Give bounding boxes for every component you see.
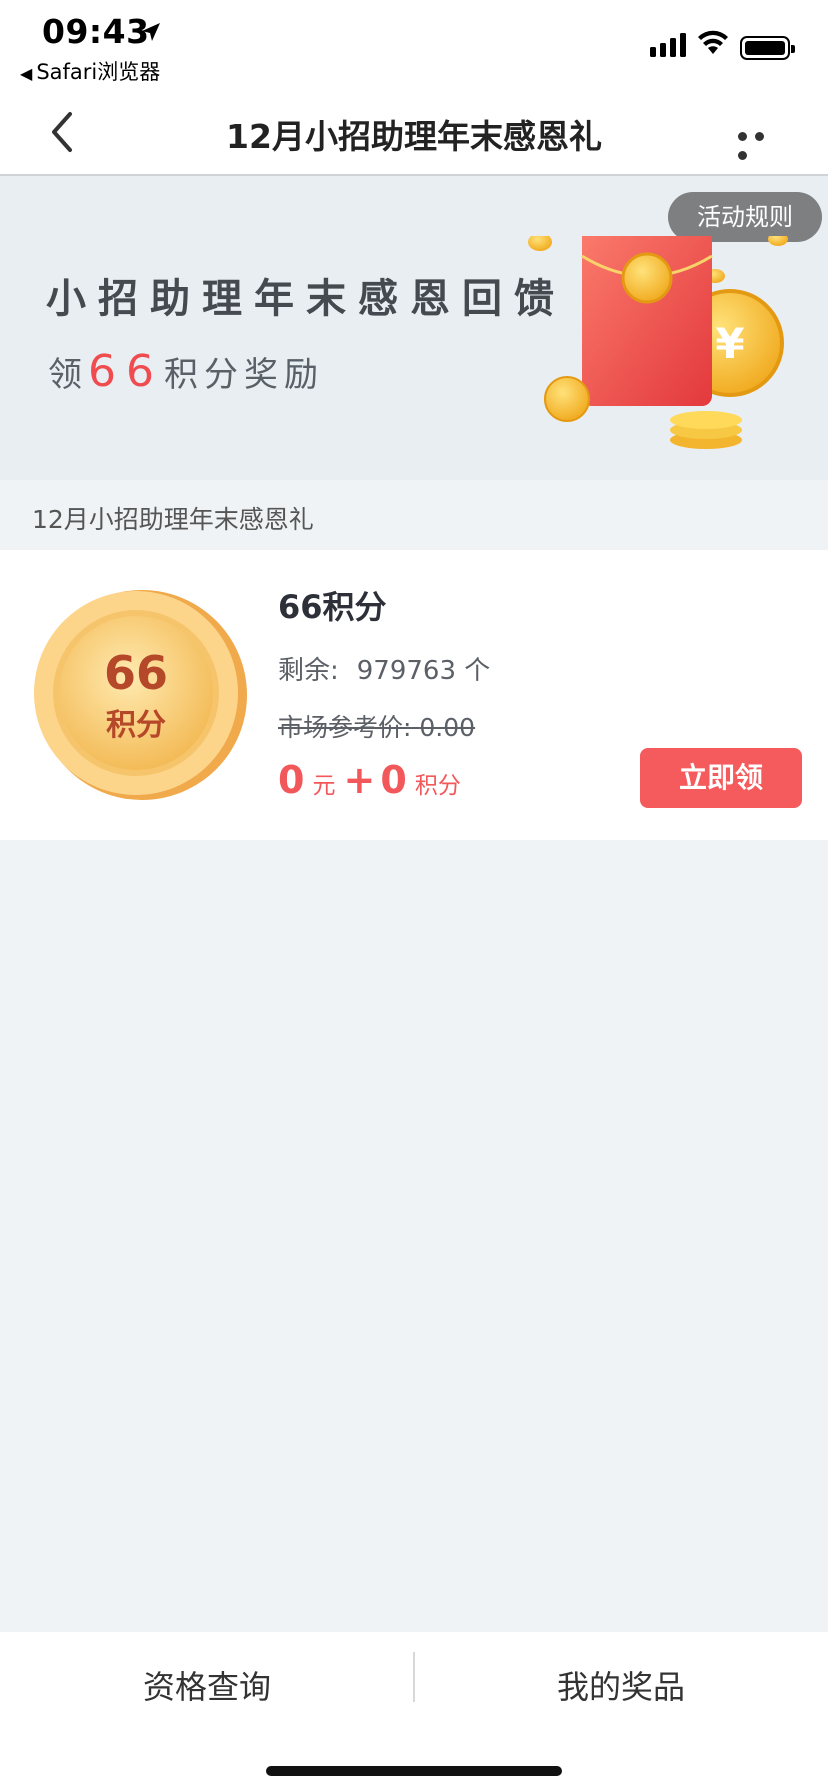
location-arrow-icon (142, 23, 160, 41)
battery-icon (740, 36, 795, 60)
svg-text:¥: ¥ (715, 319, 744, 368)
reward-item-card[interactable]: 66 积分 66积分 剩余: 979763 个 市场参考价: 0.00 0 元 + 0… (0, 550, 828, 840)
item-title: 66积分 (278, 588, 387, 626)
red-envelope-coins-icon: ¥ (528, 236, 788, 449)
price-points: 0 (380, 758, 407, 802)
bottom-bar: 资格查询 我的奖品 (0, 1632, 828, 1792)
cellular-signal-icon (650, 33, 686, 57)
market-value: 0.00 (419, 713, 476, 742)
nav-bar: 12月小招助理年末感恩礼 (0, 88, 828, 176)
price-yuan: 0 (278, 758, 305, 802)
more-icon[interactable] (738, 126, 788, 160)
points-coin-icon: 66 积分 (34, 590, 247, 800)
activity-rules-button[interactable]: 活动规则 (668, 192, 822, 242)
back-to-safari-link[interactable]: ◀ Safari浏览器 (20, 56, 160, 86)
remaining-stock: 剩余: 979763 个 (278, 650, 490, 687)
wifi-icon (698, 30, 728, 54)
market-label: 市场参考价: (278, 713, 412, 742)
banner-sub-number: 66 (88, 346, 164, 397)
eligibility-query-tab[interactable]: 资格查询 (0, 1652, 414, 1722)
market-price: 市场参考价: 0.00 (278, 708, 475, 744)
claim-now-button[interactable]: 立即领 (640, 748, 802, 808)
promo-banner: 活动规则 小招助理年末感恩回馈 领66积分奖励 ¥ (0, 176, 828, 480)
back-triangle-icon: ◀ (20, 64, 33, 83)
banner-sub-prefix: 领 (48, 355, 88, 395)
item-price: 0 元 + 0 积分 (278, 758, 469, 802)
banner-subtitle: 领66积分奖励 (48, 346, 324, 397)
section-header: 12月小招助理年末感恩礼 (0, 480, 828, 550)
banner-title: 小招助理年末感恩回馈 (46, 275, 566, 322)
section-header-label: 12月小招助理年末感恩礼 (32, 505, 314, 534)
status-bar: 09:43 ◀ Safari浏览器 (0, 0, 828, 88)
back-app-label: Safari浏览器 (36, 60, 161, 84)
banner-sub-suffix: 积分奖励 (164, 355, 324, 395)
remain-value: 979763 个 (356, 656, 491, 686)
price-points-unit: 积分 (414, 773, 461, 799)
coin-label: 积分 (106, 708, 166, 743)
status-time: 09:43 (42, 12, 150, 51)
my-prizes-tab[interactable]: 我的奖品 (414, 1652, 828, 1722)
page-title: 12月小招助理年末感恩礼 (226, 117, 602, 156)
price-yuan-unit: 元 (312, 773, 336, 799)
remain-label: 剩余: (278, 656, 339, 686)
home-indicator[interactable] (266, 1766, 562, 1776)
price-plus: + (343, 758, 376, 802)
coin-number: 66 (104, 646, 168, 700)
